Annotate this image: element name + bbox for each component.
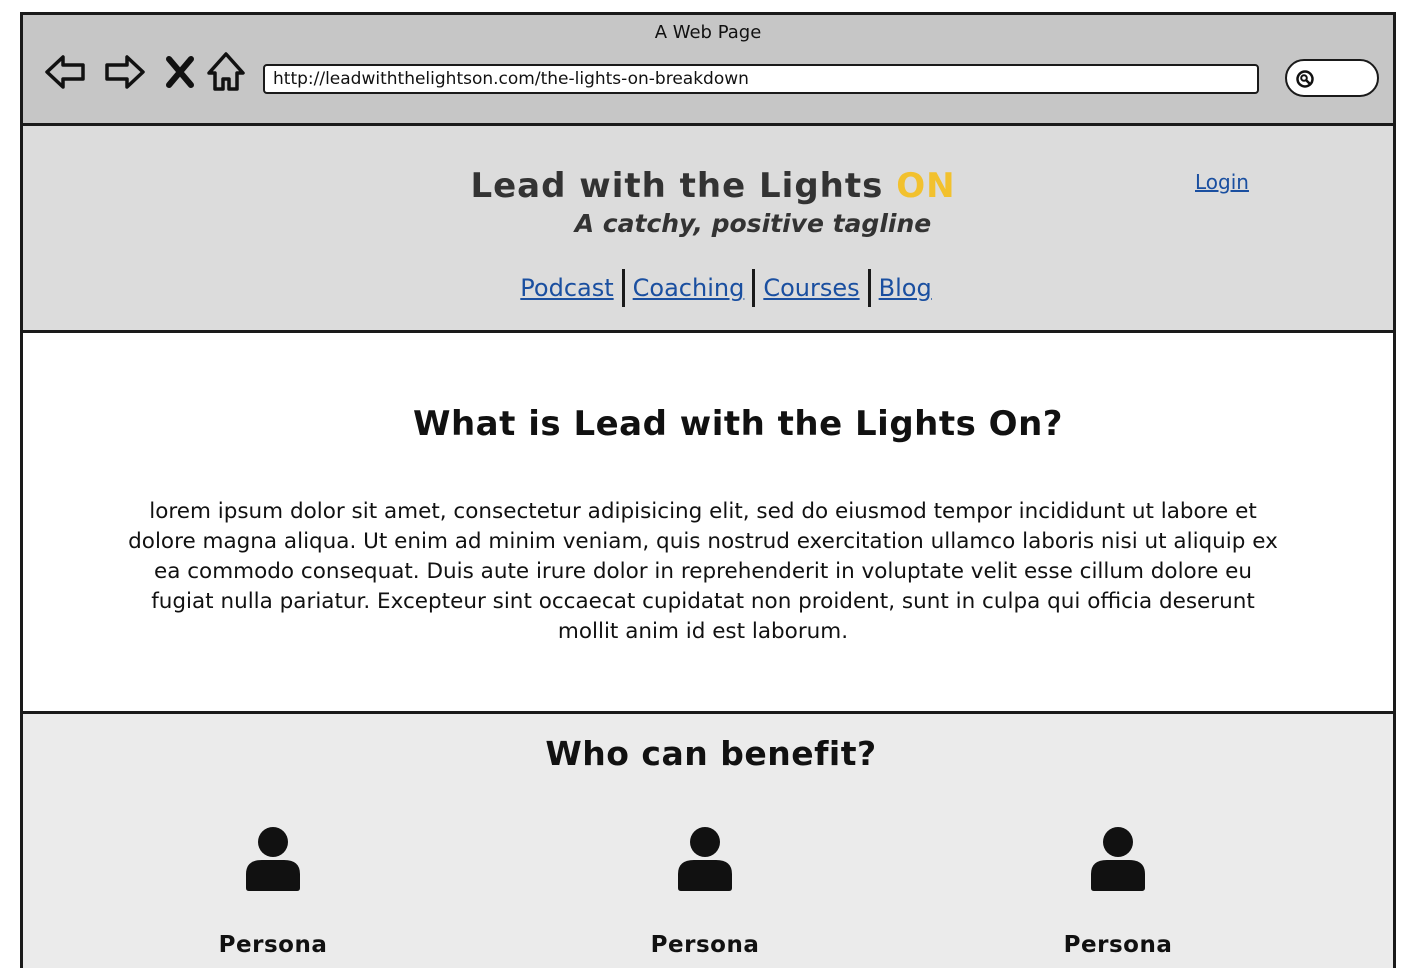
login-link[interactable]: Login — [1195, 170, 1249, 194]
user-icon — [246, 827, 300, 891]
forward-arrow-icon[interactable] — [101, 49, 147, 95]
browser-search-box[interactable] — [1285, 59, 1379, 97]
persona-card: Persona — [625, 826, 785, 958]
user-icon — [678, 827, 732, 891]
main-nav: Podcast Coaching Courses Blog — [23, 269, 1393, 307]
nav-link-courses[interactable]: Courses — [755, 274, 867, 302]
persona-label: Persona — [650, 932, 760, 958]
window-title: A Web Page — [654, 22, 762, 43]
site-header: Lead with the Lights ON A catchy, positi… — [23, 126, 1393, 333]
intro-body: lorem ipsum dolor sit amet, consectetur … — [128, 499, 1278, 644]
persona-card: Persona — [193, 826, 353, 958]
nav-link-blog[interactable]: Blog — [871, 274, 940, 302]
site-brand[interactable]: Lead with the Lights ON — [23, 166, 1393, 206]
nav-link-coaching[interactable]: Coaching — [625, 274, 753, 302]
persona-label: Persona — [218, 932, 328, 958]
brand-name: Lead with the Lights — [470, 166, 884, 206]
brand-accent: ON — [896, 166, 956, 206]
home-icon[interactable] — [203, 49, 249, 95]
intro-heading: What is Lead with the Lights On? — [412, 404, 1064, 444]
search-icon — [1296, 70, 1314, 88]
browser-chrome: A Web Page — [23, 15, 1393, 126]
benefit-section: Who can benefit? Persona Persona Persona — [23, 711, 1393, 968]
nav-link-podcast[interactable]: Podcast — [512, 274, 621, 302]
site-tagline: A catchy, positive tagline — [574, 209, 932, 238]
user-icon — [1091, 827, 1145, 891]
intro-section: What is Lead with the Lights On? lorem i… — [23, 333, 1393, 711]
url-input[interactable] — [263, 64, 1259, 94]
close-x-icon[interactable] — [157, 49, 203, 95]
browser-window: A Web Page Lead with the Lights ON A cat — [20, 12, 1396, 968]
persona-card: Persona — [1038, 826, 1198, 958]
back-arrow-icon[interactable] — [43, 49, 89, 95]
benefit-heading: Who can benefit? — [545, 734, 877, 773]
persona-label: Persona — [1063, 932, 1173, 958]
